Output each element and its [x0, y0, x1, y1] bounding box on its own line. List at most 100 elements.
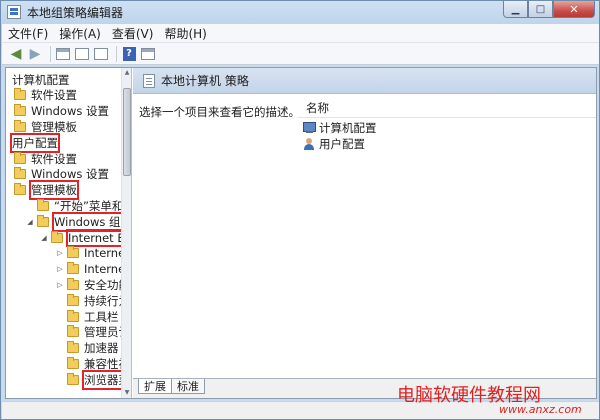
- column-header-name[interactable]: 名称: [298, 98, 596, 118]
- tree-item[interactable]: 管理模板: [14, 119, 77, 134]
- tab-extended[interactable]: 扩展: [138, 379, 172, 394]
- folder-icon: [14, 183, 26, 196]
- app-window: 本地组策略编辑器 ▁ □ ✕ 文件(F) 操作(A) 查看(V) 帮助(H) ◀…: [0, 0, 600, 420]
- main-area: 计算机配置 软件设置 Windows 设置 管理模板 用户配置 软件设置 Windows 设…: [5, 67, 597, 399]
- folder-icon: [67, 293, 79, 306]
- tree-item-label: 用户配置: [10, 132, 60, 153]
- folder-icon: [67, 277, 79, 290]
- maximize-icon: □: [535, 3, 546, 15]
- menu-bar: 文件(F) 操作(A) 查看(V) 帮助(H): [2, 24, 599, 43]
- tree-item[interactable]: ▷ 安全功能: [56, 277, 130, 292]
- list-item-computer-config[interactable]: 计算机配置: [303, 120, 377, 135]
- tree-item[interactable]: 软件设置: [14, 88, 77, 103]
- forward-arrow-icon: ▶: [29, 45, 41, 62]
- export-icon: [94, 47, 108, 60]
- collapse-arrow-icon[interactable]: ◢: [40, 234, 48, 242]
- expand-arrow-icon[interactable]: ▷: [56, 249, 64, 257]
- help-icon: ?: [122, 46, 136, 61]
- scroll-down-icon[interactable]: ▼: [122, 388, 131, 398]
- tree-item[interactable]: 持续行为: [56, 293, 130, 308]
- folder-icon: [67, 246, 79, 259]
- column-name-label: 名称: [306, 100, 329, 115]
- expand-arrow-icon[interactable]: ▷: [56, 265, 64, 273]
- folder-icon: [37, 198, 49, 211]
- show-action-pane-button[interactable]: [140, 46, 156, 62]
- toolbar-separator: [116, 45, 117, 62]
- folder-icon: [67, 325, 79, 338]
- tree-item[interactable]: ◢ Windows 组件: [26, 211, 131, 232]
- folder-icon: [14, 88, 26, 101]
- tree-item-label: Windows 设置: [31, 104, 109, 119]
- folder-icon: [67, 341, 79, 354]
- tree-scrollbar[interactable]: ▲ ▼: [121, 68, 131, 398]
- collapse-arrow-icon[interactable]: ◢: [26, 218, 34, 226]
- tree-item-label: Windows 设置: [31, 167, 109, 182]
- tree-item[interactable]: Windows 设置: [14, 167, 109, 182]
- forward-button[interactable]: ▶: [27, 46, 43, 62]
- tree-item-label: 工具栏: [84, 309, 119, 324]
- minimize-button[interactable]: ▁: [503, 1, 528, 18]
- show-hide-tree-button[interactable]: [55, 46, 71, 62]
- tree-item-label: 加速器: [84, 341, 119, 356]
- tree-item-label: 软件设置: [31, 151, 77, 166]
- help-button[interactable]: ?: [121, 46, 137, 62]
- tree-item-label: 软件设置: [31, 88, 77, 103]
- tree-item[interactable]: 加速器: [56, 341, 119, 356]
- app-icon: [7, 5, 21, 19]
- scroll-up-icon[interactable]: ▲: [122, 68, 131, 78]
- list-item-label: 用户配置: [319, 136, 365, 151]
- expand-arrow-icon[interactable]: ▷: [56, 281, 64, 289]
- tree-item[interactable]: 计算机配置: [12, 72, 70, 87]
- menu-help[interactable]: 帮助(H): [164, 25, 206, 42]
- folder-icon: [67, 356, 79, 369]
- description-text: 选择一个项目来查看它的描述。: [139, 105, 300, 119]
- title-bar[interactable]: 本地组策略编辑器 ▁ □ ✕: [1, 1, 599, 23]
- tree-item[interactable]: ◢ Internet Exp: [40, 228, 131, 247]
- list-item-user-config[interactable]: 用户配置: [303, 136, 365, 151]
- folder-icon: [37, 214, 49, 227]
- computer-icon: [303, 122, 316, 133]
- tree-item[interactable]: Windows 设置: [14, 104, 109, 119]
- toolbar: ◀ ▶ ?: [2, 43, 599, 65]
- maximize-button[interactable]: □: [528, 1, 553, 18]
- window-controls: ▁ □ ✕: [503, 1, 595, 19]
- properties-button[interactable]: [74, 46, 90, 62]
- tree-item[interactable]: 管理模板: [14, 180, 79, 201]
- close-button[interactable]: ✕: [553, 1, 595, 18]
- folder-icon: [14, 104, 26, 117]
- tree-item-label: 管理模板: [29, 180, 79, 201]
- console-tree[interactable]: 计算机配置 软件设置 Windows 设置 管理模板 用户配置 软件设置 Windows 设…: [6, 68, 132, 398]
- close-icon: ✕: [569, 2, 579, 16]
- console-tree-icon: [56, 47, 70, 60]
- tab-label: 扩展: [144, 380, 166, 393]
- action-pane-icon: [141, 47, 155, 60]
- folder-icon: [14, 167, 26, 180]
- details-header: 本地计算机 策略: [133, 68, 596, 94]
- tree-item[interactable]: 软件设置: [14, 151, 77, 166]
- list-item-label: 计算机配置: [319, 120, 377, 135]
- watermark-url: www.anxz.com: [499, 403, 582, 416]
- tree-item-label: 计算机配置: [12, 72, 70, 87]
- tab-standard[interactable]: 标准: [171, 379, 205, 394]
- details-title: 本地计算机 策略: [161, 74, 249, 88]
- menu-action[interactable]: 操作(A): [59, 25, 101, 42]
- toolbar-separator: [50, 45, 51, 62]
- folder-icon: [67, 372, 79, 385]
- menu-file[interactable]: 文件(F): [8, 25, 48, 42]
- details-pane: 本地计算机 策略 选择一个项目来查看它的描述。 名称 计算机配置 用户配置: [133, 68, 596, 398]
- back-arrow-icon: ◀: [10, 45, 22, 62]
- back-button[interactable]: ◀: [8, 46, 24, 62]
- export-list-button[interactable]: [93, 46, 109, 62]
- window-title: 本地组策略编辑器: [27, 6, 124, 20]
- folder-icon: [67, 262, 79, 275]
- scroll-thumb[interactable]: [123, 88, 131, 176]
- policy-page-icon: [143, 73, 155, 88]
- menu-view[interactable]: 查看(V): [112, 25, 154, 42]
- properties-icon: [75, 47, 89, 60]
- tree-item[interactable]: 工具栏: [56, 309, 119, 324]
- tree-item[interactable]: “开始”菜单和任: [26, 198, 131, 213]
- tab-label: 标准: [177, 380, 199, 393]
- tree-item[interactable]: 用户配置: [10, 132, 60, 153]
- folder-icon: [51, 230, 63, 243]
- folder-icon: [67, 309, 79, 322]
